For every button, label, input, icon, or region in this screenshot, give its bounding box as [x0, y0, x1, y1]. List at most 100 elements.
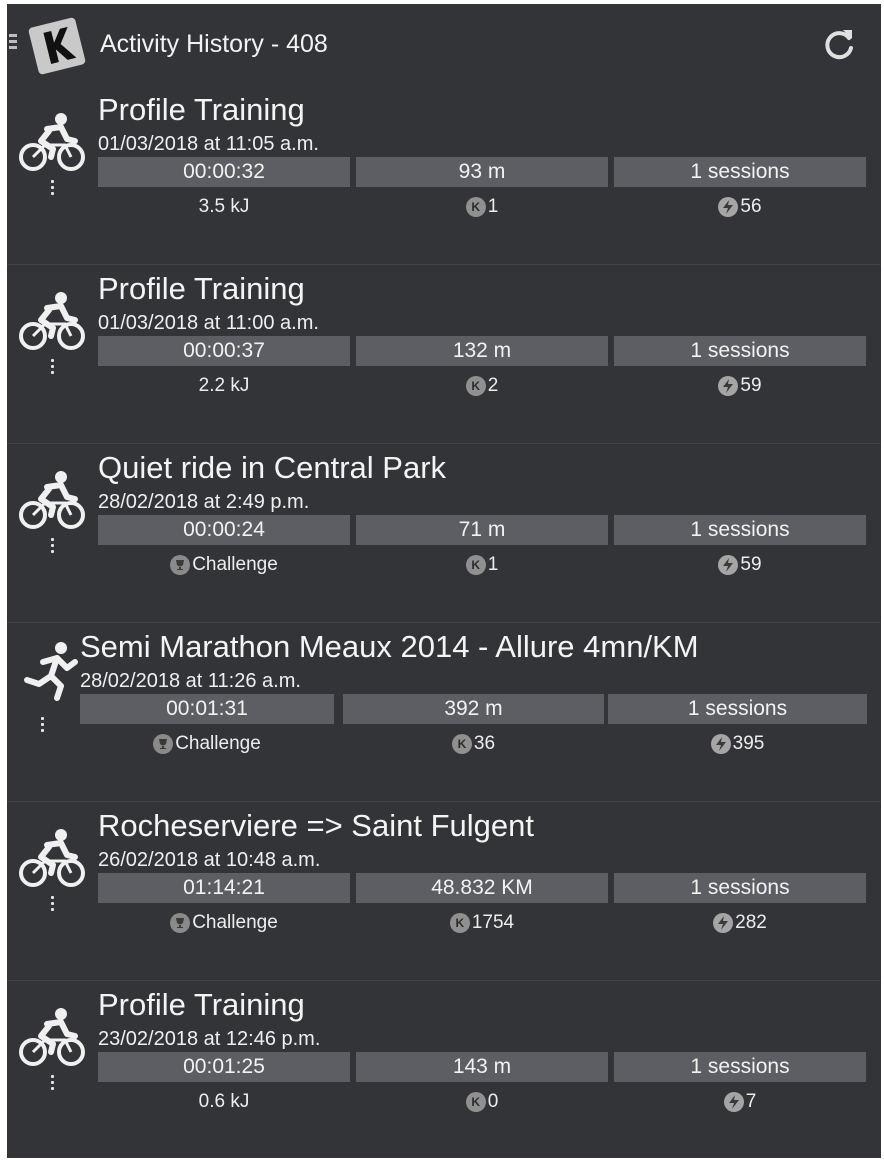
k-badge-icon: K [465, 197, 486, 217]
more-options-icon[interactable] [47, 359, 57, 383]
bolt-points-value: 59 [740, 554, 762, 575]
bolt-points: 56 [614, 194, 866, 220]
distance-value: 143 m [356, 1052, 608, 1082]
more-options-icon[interactable] [47, 538, 57, 562]
k-badge-icon: K [465, 376, 486, 396]
bolt-points-value: 56 [740, 196, 762, 217]
k-points-value: 1 [487, 554, 499, 575]
activity-title[interactable]: Quiet ride in Central Park [98, 450, 446, 486]
distance-value: 392 m [343, 694, 604, 724]
bolt-icon [710, 734, 731, 754]
bolt-points: 282 [614, 910, 866, 936]
activity-title[interactable]: Profile Training [98, 271, 305, 307]
distance-value: 132 m [356, 336, 608, 366]
k-badge-icon: K [465, 555, 486, 575]
bolt-points-value: 7 [745, 1091, 757, 1112]
challenge-label: Challenge [192, 554, 278, 575]
duration-value: 00:01:31 [80, 694, 334, 724]
trophy-icon [153, 734, 174, 754]
energy-or-challenge: 0.6 kJ [98, 1089, 350, 1115]
k-badge-icon: K [449, 913, 470, 933]
refresh-icon[interactable] [819, 26, 857, 64]
k-badge-icon: K [465, 1092, 486, 1112]
energy-value: 2.2 kJ [198, 375, 250, 396]
energy-or-challenge[interactable]: Challenge [80, 731, 334, 757]
k-points: K2 [356, 373, 608, 399]
k-badge-icon: K [451, 734, 472, 754]
activity-item-5[interactable]: Rocheserviere => Saint Fulgent 26/02/201… [7, 801, 881, 981]
duration-value: 00:00:24 [98, 515, 350, 545]
bolt-points: 7 [614, 1089, 866, 1115]
k-logo-icon [27, 16, 87, 76]
cyclist-icon [17, 1006, 87, 1068]
sessions-value: 1 sessions [614, 515, 866, 545]
k-points-value: 0 [487, 1091, 499, 1112]
k-points: K1 [356, 194, 608, 220]
cyclist-icon [17, 469, 87, 531]
cyclist-icon [17, 290, 87, 352]
activity-title[interactable]: Rocheserviere => Saint Fulgent [98, 808, 534, 844]
trophy-icon [170, 555, 191, 575]
bolt-icon [713, 913, 734, 933]
energy-value: 0.6 kJ [198, 1091, 250, 1112]
distance-value: 93 m [356, 157, 608, 187]
activity-date: 23/02/2018 at 12:46 p.m. [98, 1028, 321, 1050]
more-options-icon[interactable] [37, 717, 47, 741]
sessions-value: 1 sessions [614, 873, 866, 903]
more-options-icon[interactable] [47, 1075, 57, 1099]
bolt-points-value: 59 [740, 375, 762, 396]
activity-date: 28/02/2018 at 11:26 a.m. [80, 670, 301, 692]
k-points: K 36 [343, 731, 604, 757]
distance-value: 48.832 KM [356, 873, 608, 903]
activity-item-3[interactable]: Quiet ride in Central Park 28/02/2018 at… [7, 443, 881, 623]
activity-item-4[interactable]: Semi Marathon Meaux 2014 - Allure 4mn/KM… [7, 622, 881, 802]
energy-or-challenge[interactable]: Challenge [98, 910, 350, 936]
runner-icon [17, 640, 87, 702]
activity-date: 01/03/2018 at 11:00 a.m. [98, 312, 319, 334]
trophy-icon [170, 913, 191, 933]
duration-value: 00:00:37 [98, 336, 350, 366]
activity-item-1[interactable]: Profile Training 01/03/2018 at 11:05 a.m… [7, 85, 881, 265]
k-points-value: 1754 [471, 912, 515, 933]
sessions-value: 1 sessions [614, 1052, 866, 1082]
menu-icon[interactable] [9, 34, 17, 52]
bolt-icon [718, 376, 739, 396]
sessions-value: 1 sessions [614, 157, 866, 187]
page-title: Activity History - 408 [100, 30, 328, 58]
activity-item-2[interactable]: Profile Training 01/03/2018 at 11:00 a.m… [7, 264, 881, 444]
bolt-icon [718, 555, 739, 575]
bolt-points-value: 282 [735, 912, 767, 933]
energy-value: 3.5 kJ [198, 196, 250, 217]
duration-value: 00:01:25 [98, 1052, 350, 1082]
more-options-icon[interactable] [47, 896, 57, 920]
k-points-value: 36 [473, 733, 496, 754]
sessions-value: 1 sessions [614, 336, 866, 366]
energy-or-challenge: 2.2 kJ [98, 373, 350, 399]
duration-value: 00:00:32 [98, 157, 350, 187]
k-points: K0 [356, 1089, 608, 1115]
activity-item-6[interactable]: Profile Training 23/02/2018 at 12:46 p.m… [7, 980, 881, 1158]
k-points-value: 2 [487, 375, 499, 396]
activity-history-screen: Activity History - 408 Profile Training … [7, 4, 881, 1158]
more-options-icon[interactable] [47, 180, 57, 204]
activity-date: 28/02/2018 at 2:49 p.m. [98, 491, 310, 513]
bolt-points-value: 395 [732, 733, 765, 754]
sessions-value: 1 sessions [608, 694, 867, 724]
k-points: K1 [356, 552, 608, 578]
distance-value: 71 m [356, 515, 608, 545]
bolt-points: 395 [608, 731, 867, 757]
challenge-label: Challenge [192, 912, 278, 933]
energy-or-challenge: 3.5 kJ [98, 194, 350, 220]
energy-or-challenge[interactable]: Challenge [98, 552, 350, 578]
app-bar: Activity History - 408 [7, 4, 881, 84]
activity-title[interactable]: Profile Training [98, 987, 305, 1023]
bolt-points: 59 [614, 373, 866, 399]
k-points-value: 1 [487, 196, 499, 217]
challenge-label: Challenge [175, 733, 261, 754]
activity-title[interactable]: Profile Training [98, 92, 305, 128]
cyclist-icon [17, 827, 87, 889]
bolt-icon [718, 197, 739, 217]
bolt-points: 59 [614, 552, 866, 578]
activity-title[interactable]: Semi Marathon Meaux 2014 - Allure 4mn/KM [80, 629, 699, 665]
bolt-icon [723, 1092, 744, 1112]
